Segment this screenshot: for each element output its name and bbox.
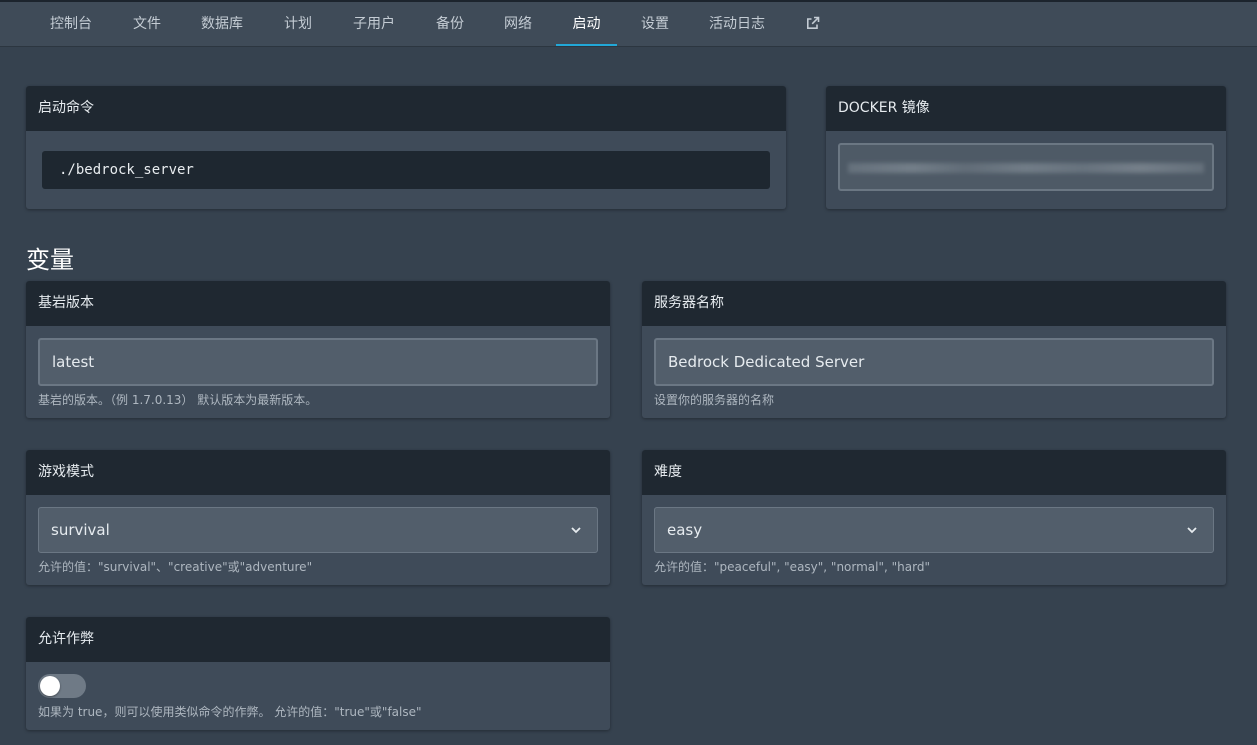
tab-startup[interactable]: 启动 — [556, 2, 617, 46]
tab-settings[interactable]: 设置 — [631, 2, 679, 46]
game-mode-select[interactable]: survival — [38, 507, 598, 553]
difficulty-select[interactable]: easy — [654, 507, 1214, 553]
startup-command-display: ./bedrock_server — [42, 151, 770, 189]
variable-card-allow-cheats: 允许作弊 如果为 true，则可以使用类似命令的作弊。 允许的值："true"或… — [26, 617, 610, 730]
select-value: survival — [51, 521, 110, 539]
variable-card-bedrock-version: 基岩版本 latest 基岩的版本。（例 1.7.0.13） 默认版本为最新版本… — [26, 281, 610, 418]
tab-schedules[interactable]: 计划 — [274, 2, 322, 46]
docker-image-field — [838, 143, 1214, 191]
server-name-input[interactable]: Bedrock Dedicated Server — [654, 338, 1214, 386]
chevron-down-icon — [571, 527, 581, 534]
variable-title: 难度 — [642, 450, 1226, 495]
variable-title: 服务器名称 — [642, 281, 1226, 326]
variable-help-text: 允许的值："peaceful", "easy", "normal", "hard… — [654, 560, 930, 574]
variable-title: 基岩版本 — [26, 281, 610, 326]
allow-cheats-toggle[interactable] — [38, 674, 86, 698]
variable-title: 游戏模式 — [26, 450, 610, 495]
variable-card-difficulty: 难度 easy 允许的值："peaceful", "easy", "normal… — [642, 450, 1226, 585]
variable-title: 允许作弊 — [26, 617, 610, 662]
toggle-knob — [40, 676, 60, 696]
tab-files[interactable]: 文件 — [122, 2, 172, 46]
variable-card-server-name: 服务器名称 Bedrock Dedicated Server 设置你的服务器的名… — [642, 281, 1226, 418]
top-nav: 控制台 文件 数据库 计划 子用户 备份 网络 启动 设置 活动日志 — [0, 0, 1257, 47]
tab-console[interactable]: 控制台 — [40, 2, 102, 46]
variable-card-game-mode: 游戏模式 survival 允许的值："survival"、"creative"… — [26, 450, 610, 585]
redacted-value — [848, 163, 1204, 173]
docker-image-title: DOCKER 镜像 — [826, 86, 1226, 131]
startup-command-title: 启动命令 — [26, 86, 786, 131]
tab-backups[interactable]: 备份 — [426, 2, 474, 46]
external-link-icon[interactable] — [796, 2, 830, 46]
chevron-down-icon — [1187, 527, 1197, 534]
variable-help-text: 基岩的版本。（例 1.7.0.13） 默认版本为最新版本。 — [38, 393, 318, 407]
bedrock-version-input[interactable]: latest — [38, 338, 598, 386]
variable-help-text: 允许的值："survival"、"creative"或"adventure" — [38, 560, 313, 574]
tab-activity-log[interactable]: 活动日志 — [700, 2, 774, 46]
startup-command-card: 启动命令 ./bedrock_server — [26, 86, 786, 209]
tab-network[interactable]: 网络 — [494, 2, 542, 46]
tab-databases[interactable]: 数据库 — [192, 2, 252, 46]
variable-help-text: 设置你的服务器的名称 — [654, 393, 775, 407]
docker-image-card: DOCKER 镜像 — [826, 86, 1226, 209]
variables-heading: 变量 — [26, 246, 74, 274]
tab-subusers[interactable]: 子用户 — [344, 2, 404, 46]
variable-help-text: 如果为 true，则可以使用类似命令的作弊。 允许的值："true"或"fals… — [38, 705, 422, 719]
select-value: easy — [667, 521, 703, 539]
